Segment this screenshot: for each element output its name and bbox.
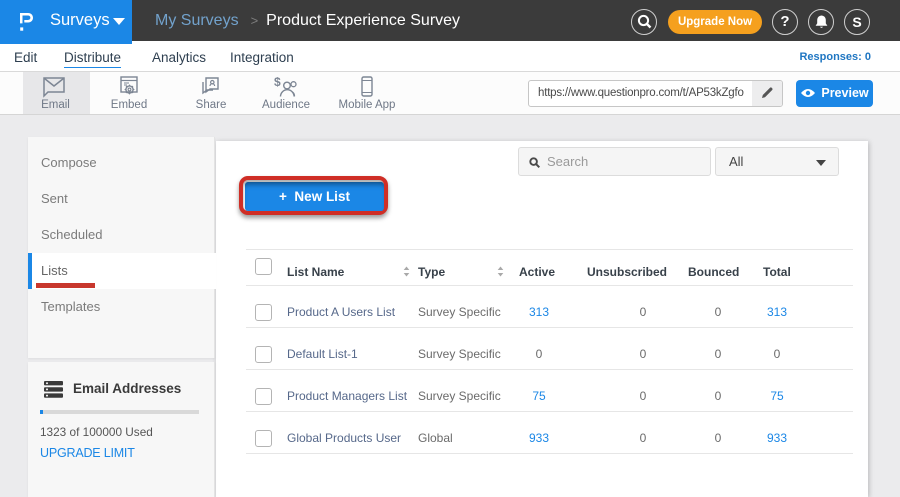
svg-text:$: $ xyxy=(274,76,281,89)
